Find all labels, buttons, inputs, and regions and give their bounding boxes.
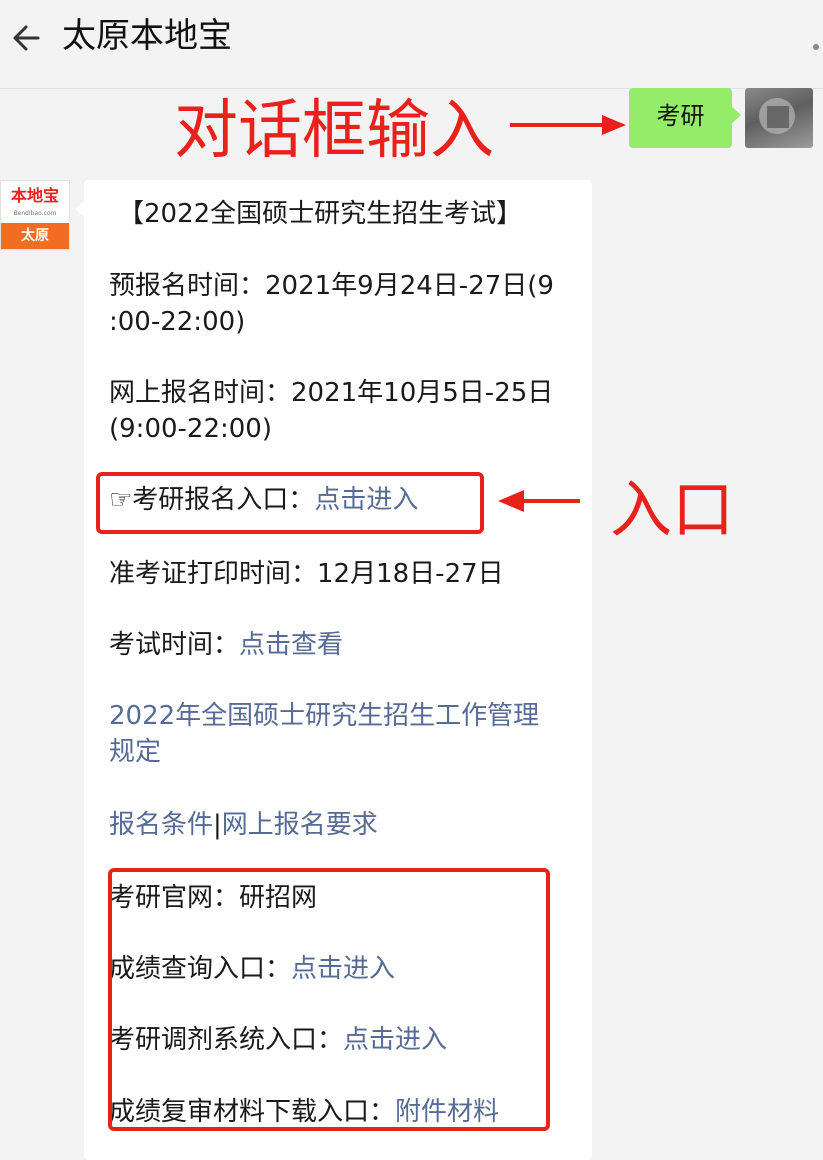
conditions-link[interactable]: 报名条件 [109,810,213,840]
back-arrow-icon[interactable] [8,18,48,58]
official-value: 研招网 [239,883,318,913]
more-dots-icon[interactable] [813,44,819,50]
annotation-arrow-right-icon [510,115,626,135]
bot-reply-bubble: 【2022全国硕士研究生招生考试】 预报名时间：2021年9月24日-27日(9… [75,180,592,1160]
prereg-label: 预报名时间： [109,271,266,301]
official-line: 考研官网：研招网 [109,880,579,916]
official-label: 考研官网： [109,883,240,913]
score-line: 成绩查询入口：点击进入 [109,951,579,987]
admit-line: 准考证打印时间：12月18日-27日 [109,556,579,592]
annotation-arrow-left-icon [498,490,580,512]
top-bar: 太原本地宝 [0,0,823,89]
review-label: 成绩复审材料下载入口： [109,1097,396,1127]
review-line: 成绩复审材料下载入口：附件材料 [109,1094,579,1130]
prereg-time: 预报名时间：2021年9月24日-27日(9 :00-22:00) [109,268,579,340]
adjust-line: 考研调剂系统入口：点击进入 [109,1022,579,1058]
annotation-entry: 入口 [610,473,735,546]
annotation-dialog-input: 对话框输入 [174,94,494,168]
chat-title: 太原本地宝 [62,16,232,56]
reply-title: 【2022全国硕士研究生招生考试】 [118,199,523,229]
score-link[interactable]: 点击进入 [291,954,395,984]
online-value: 2021年10月5日-25日 [291,378,554,408]
bot-avatar[interactable]: 本地宝 Bendibao.com 太原 [0,180,70,250]
online-label: 网上报名时间： [109,378,292,408]
prereg-value-cont: :00-22:00) [109,307,246,337]
brand-logo-text: 本地宝 [10,186,59,205]
brand-url: Bendibao.com [13,210,57,217]
conditions-line: 报名条件|网上报名要求 [109,807,579,843]
exam-label: 考试时间： [109,630,240,660]
adjust-link[interactable]: 点击进入 [343,1025,447,1055]
rules-link-line1[interactable]: 2022年全国硕士研究生招生工作管理 [109,701,539,731]
exam-link[interactable]: 点击查看 [239,630,343,660]
entry-label: ☞考研报名入口： [109,485,315,515]
online-time: 网上报名时间：2021年10月5日-25日 (9:00-22:00) [109,375,579,447]
user-avatar[interactable] [745,88,813,148]
user-message-bubble[interactable]: 考研 [629,88,741,148]
entry-link[interactable]: 点击进入 [314,485,418,515]
review-link[interactable]: 附件材料 [395,1097,499,1127]
rules-link[interactable]: 2022年全国硕士研究生招生工作管理 规定 [109,698,579,770]
separator: | [213,810,222,840]
brand-city: 太原 [1,223,69,249]
score-label: 成绩查询入口： [109,954,292,984]
adjust-label: 考研调剂系统入口： [109,1025,344,1055]
online-value-cont: (9:00-22:00) [109,414,272,444]
admit-label: 准考证打印时间： [109,559,318,589]
exam-line: 考试时间：点击查看 [109,627,579,663]
admit-value: 12月18日-27日 [317,559,504,589]
prereg-value: 2021年9月24日-27日(9 [265,271,554,301]
rules-link-line2[interactable]: 规定 [109,737,161,767]
requirements-link[interactable]: 网上报名要求 [222,810,378,840]
